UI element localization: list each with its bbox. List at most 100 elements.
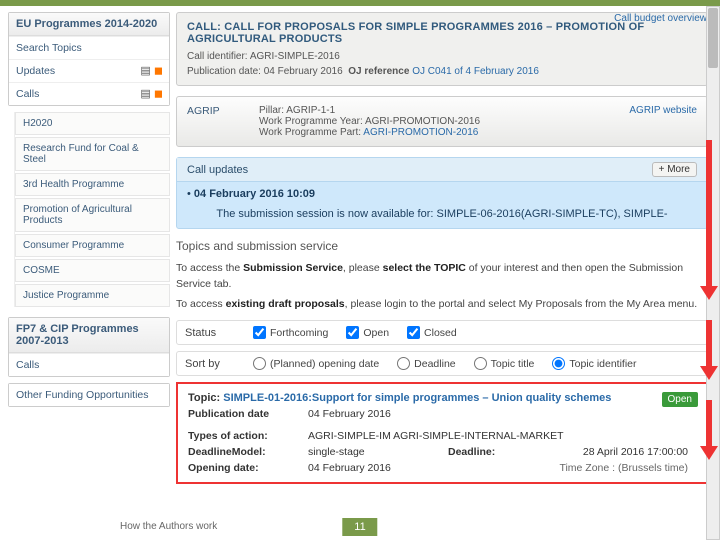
txt-bold: Submission Service xyxy=(243,262,343,274)
call-updates-header: Call updates xyxy=(187,164,248,176)
sidebar-item-label: Calls xyxy=(16,359,39,371)
sidebar-item-label: 3rd Health Programme xyxy=(23,179,124,190)
agrip-website-link[interactable]: AGRIP website xyxy=(629,105,697,116)
draft-proposals-info: To access existing draft proposals, plea… xyxy=(176,297,708,313)
checkbox-input[interactable] xyxy=(407,326,420,339)
radio-input[interactable] xyxy=(552,357,565,370)
topic-pub-label: Publication date xyxy=(188,408,308,420)
call-pub-label: Publication date: xyxy=(187,66,261,77)
topic-open-value: 04 February 2016 xyxy=(308,462,448,474)
sidebar-item-label: Justice Programme xyxy=(23,290,109,301)
sidebar-item-rfcs[interactable]: Research Fund for Coal & Steel xyxy=(15,137,170,171)
wpp-link[interactable]: AGRI-PROMOTION-2016 xyxy=(363,127,478,138)
radio-opening-date[interactable]: (Planned) opening date xyxy=(253,357,379,370)
sidebar-item-agri-products[interactable]: Promotion of Agricultural Products xyxy=(15,198,170,232)
topic-title-row: Topic: SIMPLE-01-2016:Support for simple… xyxy=(188,392,696,404)
sidebar-panel-eu-programmes: EU Programmes 2014-2020 Search Topics Up… xyxy=(8,12,170,106)
annotation-arrow-2 xyxy=(702,320,716,380)
spacer xyxy=(448,462,528,474)
checkbox-closed[interactable]: Closed xyxy=(407,326,457,339)
topic-title-link[interactable]: SIMPLE-01-2016:Support for simple progra… xyxy=(223,392,611,404)
radio-topic-title[interactable]: Topic title xyxy=(474,357,535,370)
wpp-label: Work Programme Part: xyxy=(259,127,361,138)
sidebar-item-label: Other Funding Opportunities xyxy=(16,389,149,401)
txt-red: select the TOPIC xyxy=(383,262,466,274)
sidebar-calls-children: H2020 Research Fund for Coal & Steel 3rd… xyxy=(14,112,170,307)
sidebar-item-h2020[interactable]: H2020 xyxy=(15,112,170,135)
rss-icon[interactable]: ▤ ◼ xyxy=(140,64,163,77)
wpy-value: AGRI-PROMOTION-2016 xyxy=(365,116,480,127)
checkbox-open[interactable]: Open xyxy=(346,326,389,339)
call-header-box: Call budget overview CALL: CALL FOR PROP… xyxy=(176,12,708,86)
radio-input[interactable] xyxy=(397,357,410,370)
sidebar-header-fp7: FP7 & CIP Programmes 2007-2013 xyxy=(9,318,169,353)
sidebar-item-calls[interactable]: Calls ▤ ◼ xyxy=(9,82,169,105)
txt: , please login to the portal and select … xyxy=(345,298,698,310)
radio-label: Deadline xyxy=(414,358,455,370)
sidebar-item-label: Consumer Programme xyxy=(23,240,124,251)
checkbox-input[interactable] xyxy=(253,326,266,339)
pillar-left-label: AGRIP xyxy=(187,105,247,138)
sidebar-item-search-topics[interactable]: Search Topics xyxy=(9,36,169,59)
annotation-arrow-3 xyxy=(702,400,716,460)
topic-deadline-label: Deadline: xyxy=(448,446,528,458)
sidebar-item-label: Promotion of Agricultural Products xyxy=(23,204,132,226)
sidebar: EU Programmes 2014-2020 Search Topics Up… xyxy=(0,6,170,490)
sidebar-item-fp7-calls[interactable]: Calls xyxy=(9,353,169,376)
topic-types-label: Types of action: xyxy=(188,430,308,442)
radio-topic-identifier[interactable]: Topic identifier xyxy=(552,357,636,370)
topic-types-value: AGRI-SIMPLE-IM AGRI-SIMPLE-INTERNAL-MARK… xyxy=(308,430,696,442)
checkbox-input[interactable] xyxy=(346,326,359,339)
sidebar-item-3rd-health[interactable]: 3rd Health Programme xyxy=(15,173,170,196)
call-budget-overview-link[interactable]: Call budget overview xyxy=(614,13,707,24)
sidebar-item-label: Research Fund for Coal & Steel xyxy=(23,143,139,165)
oj-reference-label: OJ reference xyxy=(348,66,409,77)
radio-input[interactable] xyxy=(253,357,266,370)
footer-text: How the Authors work xyxy=(120,521,217,532)
call-identifier-value: AGRI-SIMPLE-2016 xyxy=(250,51,340,62)
topic-label: Topic: xyxy=(188,392,220,404)
sidebar-item-updates[interactable]: Updates ▤ ◼ xyxy=(9,59,169,82)
sortby-label: Sort by xyxy=(185,358,235,370)
radio-label: Topic identifier xyxy=(569,358,636,370)
call-identifier-label: Call identifier: xyxy=(187,51,248,62)
checkbox-label: Closed xyxy=(424,327,457,339)
topic-pub-value: 04 February 2016 xyxy=(308,408,696,420)
pillar-label: Pillar: xyxy=(259,105,284,116)
call-title: CALL: CALL FOR PROPOSALS FOR SIMPLE PROG… xyxy=(187,21,697,45)
topic-open-label: Opening date: xyxy=(188,462,308,474)
annotation-arrow-1 xyxy=(702,140,716,300)
sidebar-header-eu-programmes: EU Programmes 2014-2020 xyxy=(9,13,169,36)
sidebar-item-cosme[interactable]: COSME xyxy=(15,259,170,282)
call-identifier-row: Call identifier: AGRI-SIMPLE-2016 xyxy=(187,51,697,62)
sidebar-item-label: Search Topics xyxy=(16,42,82,54)
topic-deadline-value: 28 April 2016 17:00:00 xyxy=(528,446,688,458)
topic-result-box: Open Topic: SIMPLE-01-2016:Support for s… xyxy=(176,382,708,484)
sidebar-item-justice[interactable]: Justice Programme xyxy=(15,284,170,307)
pillar-box: AGRIP Pillar: AGRIP-1-1 Work Programme Y… xyxy=(176,96,708,147)
sidebar-item-consumer[interactable]: Consumer Programme xyxy=(15,234,170,257)
topic-dm-label: DeadlineModel: xyxy=(188,446,308,458)
page-number: 11 xyxy=(342,518,377,536)
sidebar-item-label: COSME xyxy=(23,265,60,276)
sidebar-item-other-funding[interactable]: Other Funding Opportunities xyxy=(9,384,169,406)
update-date: • 04 February 2016 10:09 xyxy=(187,188,697,200)
scrollbar-thumb[interactable] xyxy=(708,8,718,68)
more-button[interactable]: + More xyxy=(652,162,697,177)
radio-label: (Planned) opening date xyxy=(270,358,379,370)
oj-reference-link[interactable]: OJ C041 of 4 February 2016 xyxy=(412,66,539,77)
sidebar-item-label: Updates xyxy=(16,65,55,77)
topics-section-title: Topics and submission service xyxy=(176,239,708,253)
checkbox-label: Open xyxy=(363,327,389,339)
radio-input[interactable] xyxy=(474,357,487,370)
checkbox-forthcoming[interactable]: Forthcoming xyxy=(253,326,328,339)
sidebar-item-label: Calls xyxy=(16,88,39,100)
radio-deadline[interactable]: Deadline xyxy=(397,357,455,370)
topic-timezone: Time Zone : (Brussels time) xyxy=(528,462,688,474)
rss-icon[interactable]: ▤ ◼ xyxy=(140,87,163,100)
txt-bold: existing draft proposals xyxy=(226,298,345,310)
update-text: The submission session is now available … xyxy=(187,208,697,220)
txt: To access xyxy=(176,298,226,310)
txt: To access the xyxy=(176,262,243,274)
sidebar-panel-other: Other Funding Opportunities xyxy=(8,383,170,407)
